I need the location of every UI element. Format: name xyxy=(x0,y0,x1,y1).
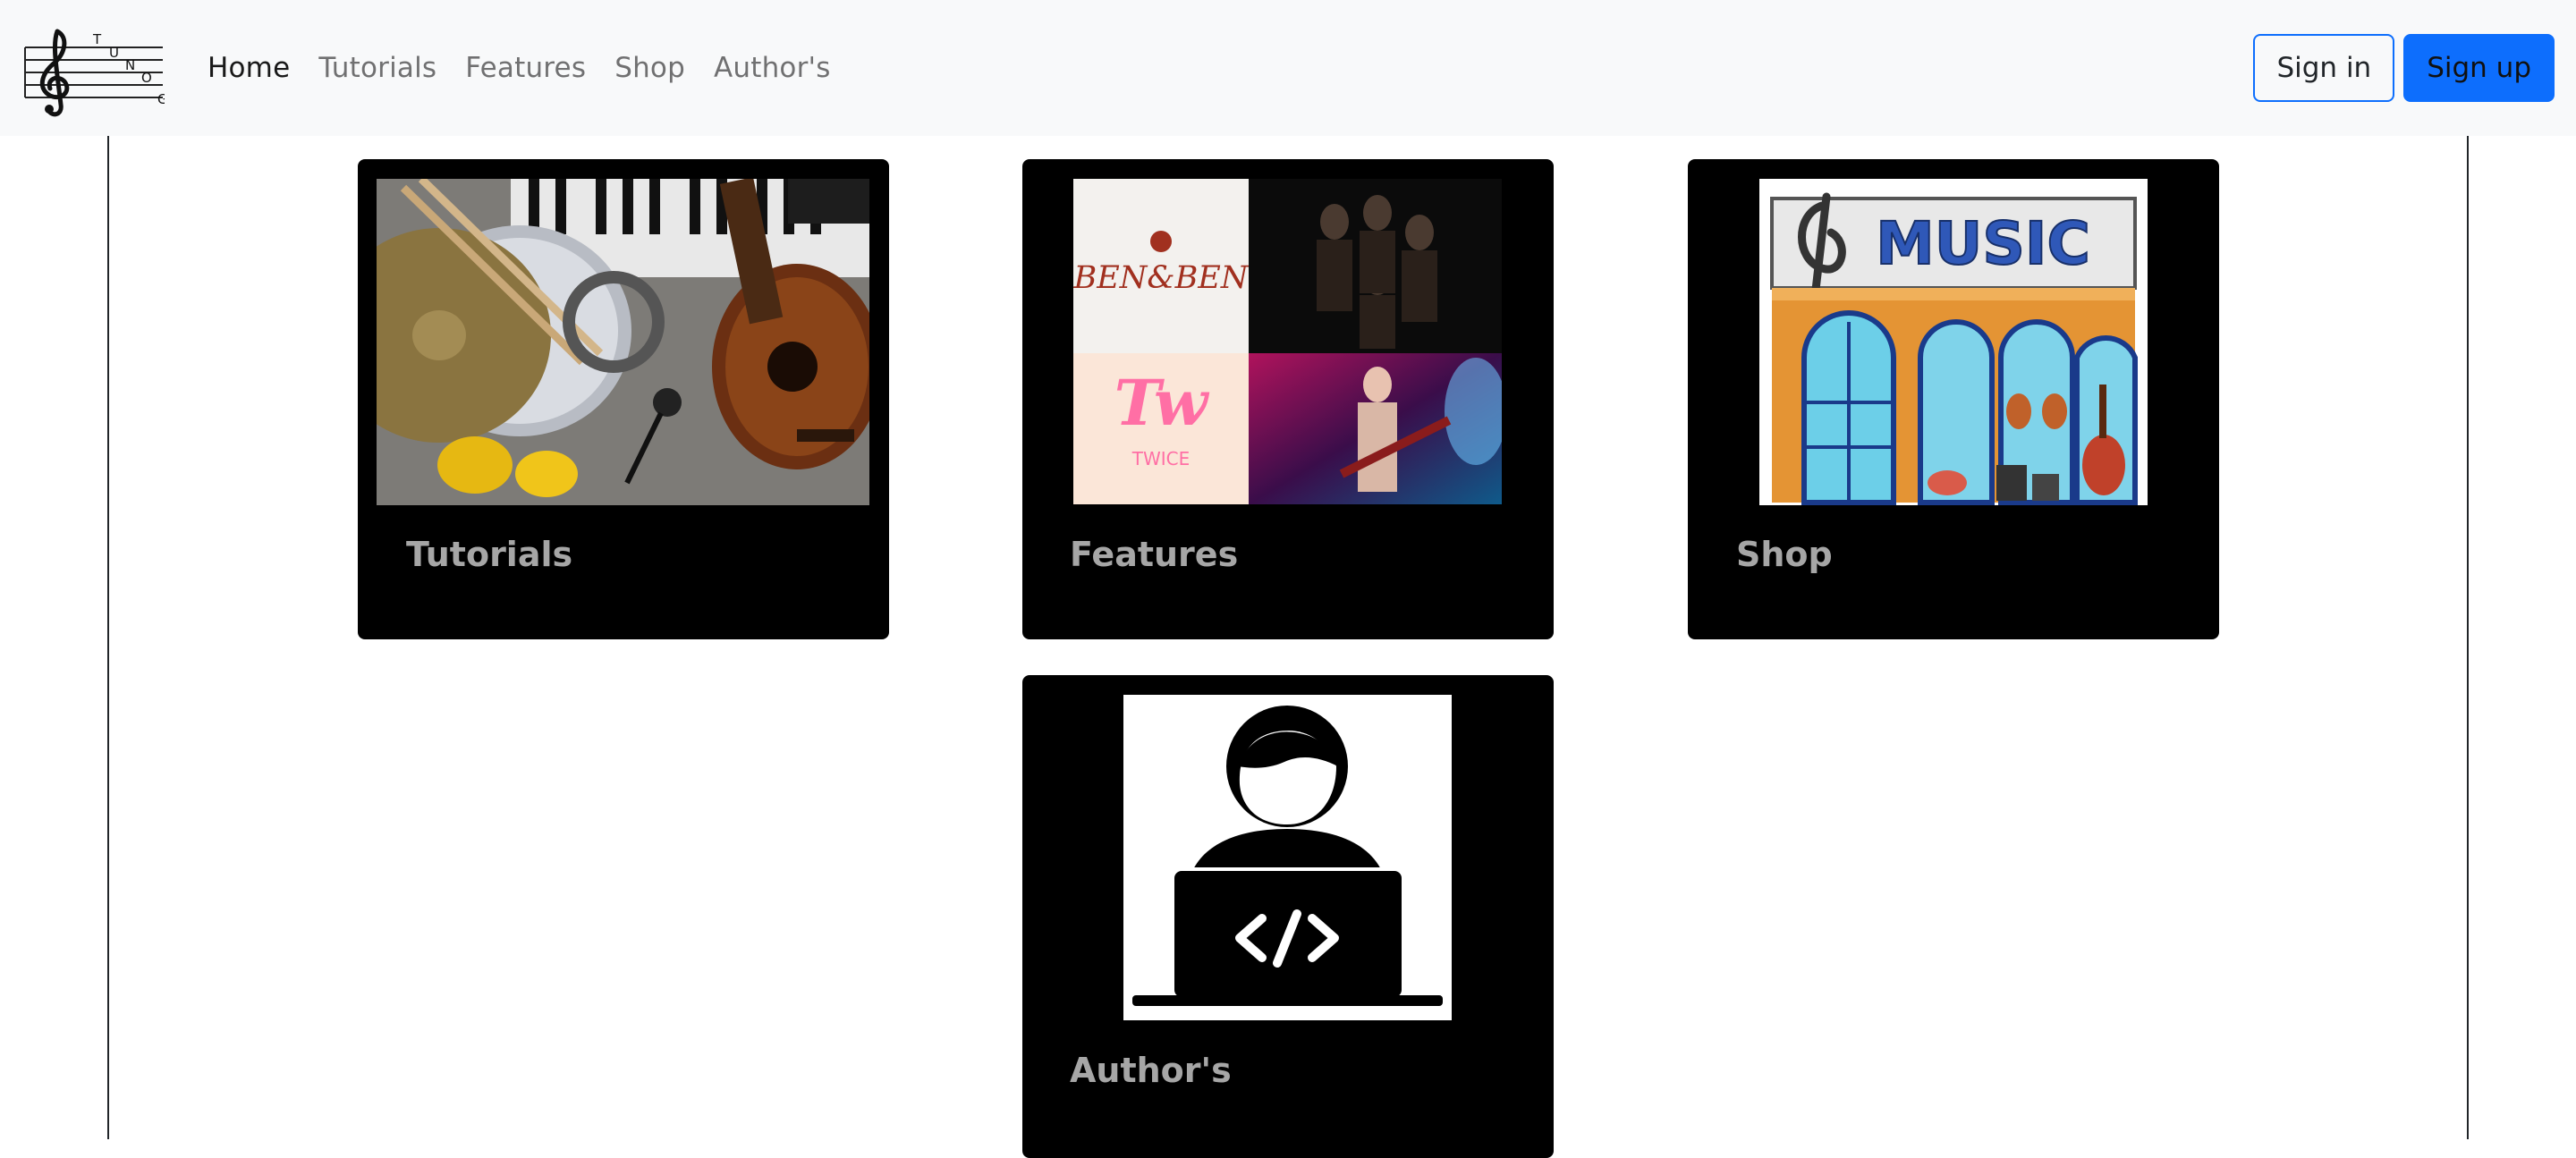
authors-card[interactable]: Author's xyxy=(1022,675,1554,1158)
twice-logo-text: TWICE xyxy=(1131,448,1191,469)
navbar: T U N O G Home Tutorials Features Shop A… xyxy=(0,0,2576,136)
shop-sign-text: MUSIC xyxy=(1876,209,2090,278)
music-store-illustration: MUSIC xyxy=(1759,179,2148,505)
nav-actions: Sign in Sign up xyxy=(2253,34,2555,102)
left-border-line xyxy=(107,136,109,1139)
features-card[interactable]: BEN&BEN Tw TWICE Features xyxy=(1022,159,1554,639)
twice-logo-mark: Tw xyxy=(1114,366,1210,440)
artist-collage: BEN&BEN Tw TWICE xyxy=(1073,179,1502,504)
logo-letter: O xyxy=(141,70,152,86)
musical-instruments-photo xyxy=(377,179,869,505)
logo-letter: G xyxy=(157,91,165,107)
treble-clef-staff-icon[interactable]: T U N O G xyxy=(21,19,165,117)
right-border-line xyxy=(2467,136,2469,1139)
nav-link-features[interactable]: Features xyxy=(465,52,586,84)
logo-letter: T xyxy=(92,31,102,47)
ben-and-ben-logo: BEN&BEN xyxy=(1073,260,1250,296)
nav-links: Home Tutorials Features Shop Author's xyxy=(208,0,831,136)
nav-link-shop[interactable]: Shop xyxy=(614,52,685,84)
card-title-features: Features xyxy=(1070,535,1239,574)
logo-letter: N xyxy=(125,57,135,73)
card-title-tutorials: Tutorials xyxy=(406,535,573,574)
shop-card[interactable]: MUSIC Shop xyxy=(1688,159,2219,639)
logo-letter: U xyxy=(109,45,119,61)
developer-at-laptop-icon xyxy=(1123,695,1452,1020)
nav-link-tutorials[interactable]: Tutorials xyxy=(318,52,436,84)
card-title-authors: Author's xyxy=(1070,1051,1232,1090)
sign-in-button[interactable]: Sign in xyxy=(2253,34,2395,102)
sign-up-button[interactable]: Sign up xyxy=(2403,34,2555,102)
tutorials-card[interactable]: Tutorials xyxy=(358,159,889,639)
nav-link-home[interactable]: Home xyxy=(208,52,290,84)
card-title-shop: Shop xyxy=(1736,535,1833,574)
nav-link-authors[interactable]: Author's xyxy=(714,52,831,84)
